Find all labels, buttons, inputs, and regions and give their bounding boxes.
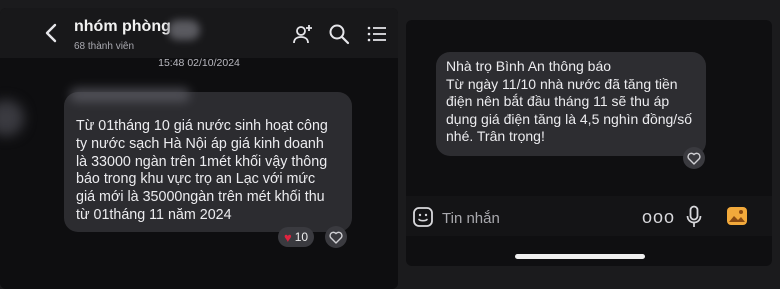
heart-outline-icon bbox=[687, 152, 701, 165]
message-input[interactable] bbox=[440, 205, 634, 231]
emoji-icon[interactable] bbox=[412, 206, 434, 228]
more-icon[interactable]: ooo bbox=[642, 208, 675, 226]
back-arrow-icon[interactable] bbox=[42, 22, 60, 44]
message-text-water-price: Từ 01tháng 10 giá nước sinh hoạt công ty… bbox=[76, 118, 328, 223]
home-indicator bbox=[515, 254, 645, 259]
message-timestamp: 15:48 02/10/2024 bbox=[158, 57, 240, 69]
microphone-icon[interactable] bbox=[686, 205, 702, 229]
image-icon[interactable] bbox=[726, 206, 748, 226]
heart-outline-icon bbox=[329, 231, 343, 244]
search-icon[interactable] bbox=[328, 23, 350, 45]
group-name[interactable]: nhóm phòng bbox=[74, 18, 171, 36]
menu-list-icon[interactable] bbox=[366, 23, 388, 45]
chat-header: nhóm phòng 68 thành viên bbox=[0, 8, 398, 58]
heart-icon: ♥ bbox=[284, 229, 292, 245]
message-text-electricity-price: Nhà trọ Bình An thông báo Từ ngày 11/10 … bbox=[446, 58, 692, 144]
react-heart-button[interactable] bbox=[325, 226, 347, 248]
group-name-blurred bbox=[168, 20, 200, 40]
member-count: 68 thành viên bbox=[74, 41, 135, 52]
react-heart-button-right[interactable] bbox=[683, 147, 705, 169]
reaction-count: 10 bbox=[294, 230, 309, 244]
sender-name-blurred bbox=[70, 88, 190, 102]
add-member-icon[interactable] bbox=[292, 23, 314, 45]
reaction-badge[interactable]: ♥ 10 bbox=[278, 227, 315, 247]
